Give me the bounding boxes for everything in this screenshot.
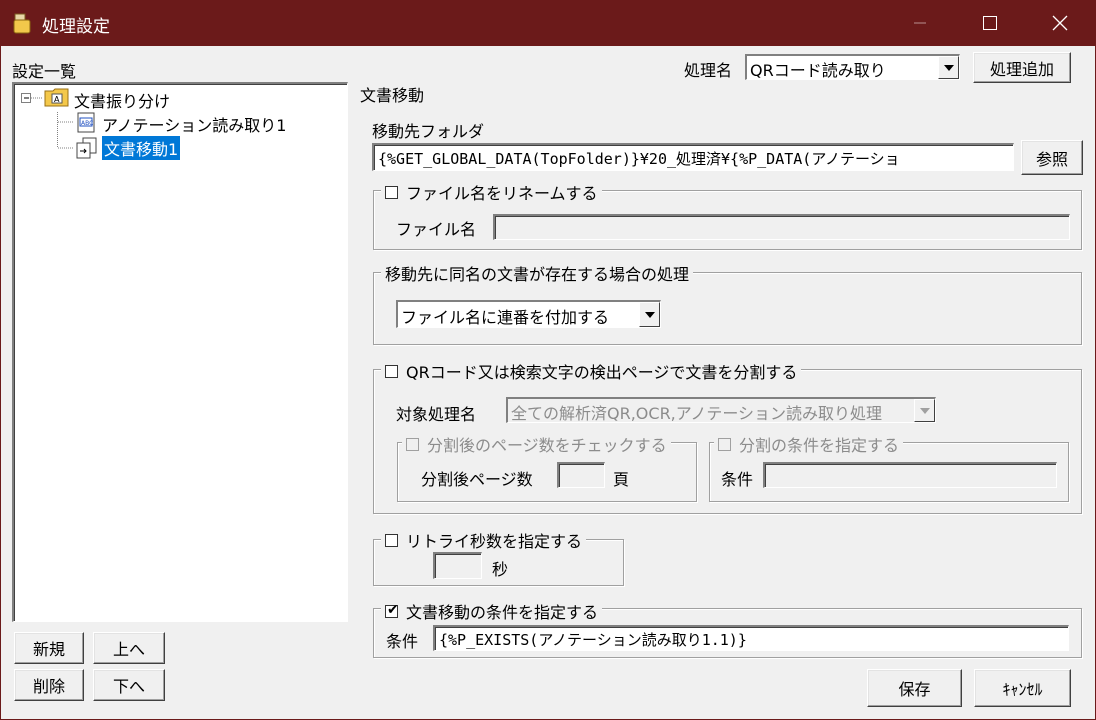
title-bar: 処理設定 — [0, 0, 1096, 46]
move-doc-icon — [76, 137, 98, 163]
chevron-down-icon[interactable] — [639, 302, 660, 327]
process-name-label: 処理名 — [684, 61, 733, 80]
page-check-checkbox[interactable]: 分割後のページ数をチェックする — [402, 432, 671, 456]
target-process-select[interactable]: 全ての解析済QR,OCR,アノテーション読み取り処理 — [506, 397, 936, 423]
close-button[interactable] — [1032, 0, 1088, 46]
split-checkbox-label: QRコード又は検索文字の検出ページで文書を分割する — [406, 363, 798, 382]
split-cond-box[interactable] — [718, 437, 731, 451]
split-checkbox[interactable]: QRコード又は検索文字の検出ページで文書を分割する — [381, 359, 802, 383]
tree-item-move-selected[interactable]: 文書移動1 — [100, 135, 182, 161]
duplicate-select[interactable]: ファイル名に連番を付加する — [396, 300, 661, 328]
move-condition-box[interactable]: ✔ — [385, 601, 399, 618]
retry-checkbox-box[interactable] — [385, 533, 398, 547]
split-cond-checkbox[interactable]: 分割の条件を指定する — [714, 432, 904, 456]
duplicate-legend-text: 移動先に同名の文書が存在する場合の処理 — [385, 265, 690, 284]
page-check-box[interactable] — [406, 437, 419, 451]
retry-seconds-input[interactable] — [433, 552, 482, 579]
move-up-button[interactable]: 上へ — [93, 632, 165, 664]
app-icon — [12, 12, 32, 34]
annotation-doc-icon: ABC — [76, 112, 98, 138]
duplicate-select-value: ファイル名に連番を付加する — [401, 308, 610, 327]
cancel-button[interactable]: ｷｬﾝｾﾙ — [974, 669, 1071, 707]
process-name-select[interactable]: QRコード読み取り — [745, 54, 960, 80]
move-condition-label: 文書移動の条件を指定する — [406, 603, 599, 622]
section-title: 文書移動 — [360, 86, 425, 105]
tree-heading: 設定一覧 — [12, 62, 77, 81]
split-checkbox-box[interactable] — [385, 364, 398, 378]
folder-icon: A — [44, 86, 70, 112]
chevron-down-icon[interactable] — [914, 399, 935, 422]
close-icon — [1052, 15, 1068, 31]
delete-button[interactable]: 削除 — [14, 669, 84, 701]
process-name-value: QRコード読み取り — [750, 61, 886, 80]
page-count-input[interactable] — [557, 462, 605, 488]
rename-checkbox-box[interactable] — [385, 185, 398, 199]
page-count-label: 分割後ページ数 — [421, 470, 533, 489]
split-cond-input[interactable] — [763, 462, 1057, 488]
move-condition-input[interactable]: {%P_EXISTS(アノテーション読み取り1.1)} — [433, 625, 1069, 651]
dest-folder-input[interactable]: {%GET_GLOBAL_DATA(TopFolder)}¥20_処理済¥{%P… — [372, 143, 1014, 171]
target-process-value: 全ての解析済QR,OCR,アノテーション読み取り処理 — [511, 404, 883, 423]
new-button[interactable]: 新規 — [14, 632, 84, 664]
move-condition-checkbox[interactable]: ✔ 文書移動の条件を指定する — [381, 599, 603, 623]
chevron-down-icon[interactable] — [938, 56, 959, 79]
rename-checkbox[interactable]: ファイル名をリネームする — [381, 180, 602, 204]
page-unit: 頁 — [613, 470, 630, 489]
add-process-button[interactable]: 処理追加 — [973, 52, 1071, 83]
save-button[interactable]: 保存 — [867, 669, 962, 707]
maximize-button[interactable] — [962, 0, 1018, 46]
duplicate-legend: 移動先に同名の文書が存在する場合の処理 — [381, 261, 694, 285]
dest-folder-value: {%GET_GLOBAL_DATA(TopFolder)}¥20_処理済¥{%P… — [378, 150, 900, 168]
filename-input[interactable] — [493, 214, 1070, 240]
move-condition-value: {%P_EXISTS(アノテーション読み取り1.1)} — [439, 631, 747, 649]
maximize-icon — [983, 16, 997, 30]
filename-label: ファイル名 — [396, 220, 477, 239]
minimize-button[interactable] — [892, 0, 948, 46]
page-check-label: 分割後のページ数をチェックする — [427, 436, 667, 455]
tree-item-root[interactable]: 文書振り分け — [74, 88, 170, 112]
split-cond-field-label: 条件 — [721, 470, 754, 489]
check-icon: ✔ — [387, 601, 399, 618]
target-process-label: 対象処理名 — [396, 405, 477, 424]
settings-tree[interactable]: A 文書振り分け ABC アノテーション読み取り1 文書移動1 — [12, 82, 348, 622]
minimize-icon — [914, 22, 926, 24]
seconds-unit: 秒 — [492, 560, 509, 579]
tree-item-annotation[interactable]: アノテーション読み取り1 — [102, 112, 286, 136]
dest-folder-label: 移動先フォルダ — [372, 122, 485, 141]
window-title: 処理設定 — [42, 17, 110, 37]
move-down-button[interactable]: 下へ — [93, 669, 165, 701]
svg-text:A: A — [54, 95, 60, 104]
retry-checkbox-label: リトライ秒数を指定する — [406, 532, 583, 551]
svg-text:ABC: ABC — [81, 120, 93, 127]
move-condition-field-label: 条件 — [386, 632, 419, 651]
split-cond-label: 分割の条件を指定する — [739, 436, 900, 455]
browse-button[interactable]: 参照 — [1021, 140, 1083, 175]
retry-checkbox[interactable]: リトライ秒数を指定する — [381, 528, 587, 552]
rename-checkbox-label: ファイル名をリネームする — [406, 184, 598, 203]
